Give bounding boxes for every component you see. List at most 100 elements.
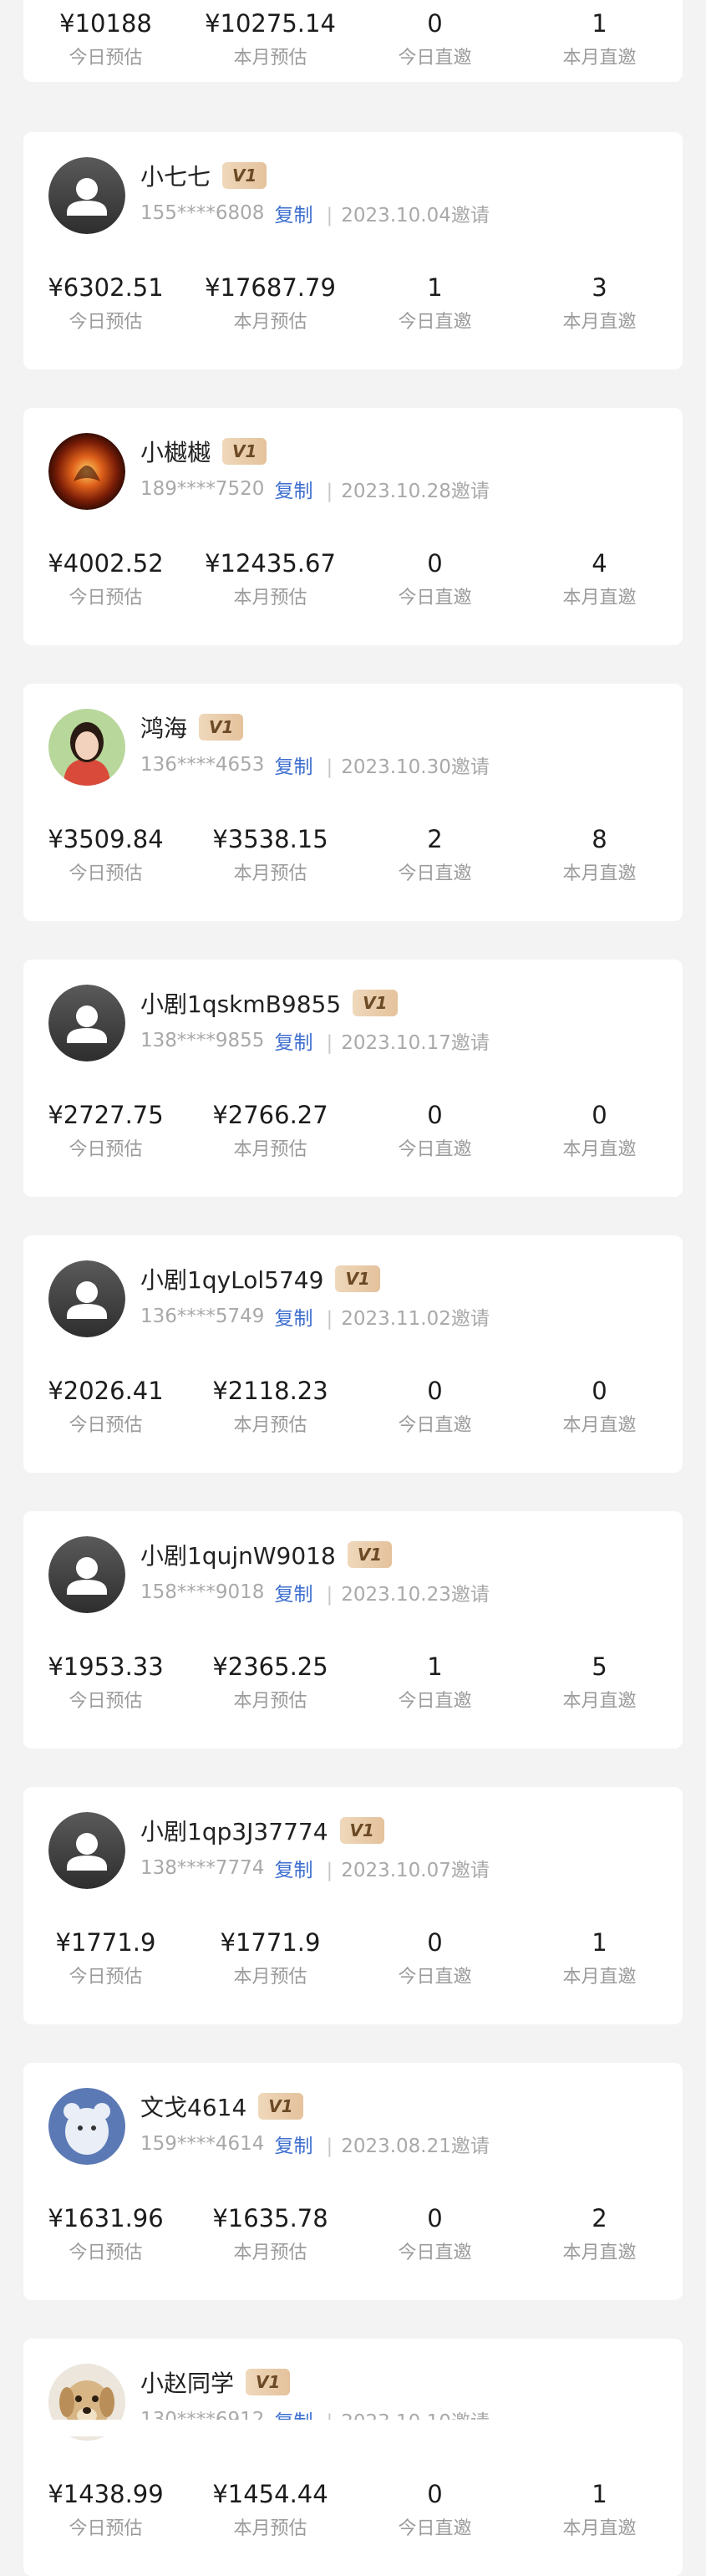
stat-label: 今日直邀 [398,48,472,69]
stat-label: 本月直邀 [562,588,637,608]
copy-phone-button[interactable]: 复制 [274,1302,312,1331]
stat-label: 本月预估 [233,312,307,333]
stat-month-invites: 8 本月直邀 [517,824,682,886]
stat-label: 今日预估 [69,2243,143,2263]
name-line: 小剧1qskmB9855 V1 [140,986,398,1020]
member-phone: 159****4614 [140,2133,265,2155]
member-name: 小七七 [140,163,211,191]
stat-label: 今日预估 [69,1139,143,1160]
name-line: 文戈4614 V1 [140,2090,303,2123]
stat-label: 本月直邀 [562,863,637,884]
member-card[interactable]: 鸿海 V1 136****4653 复制 2023.10.30邀请 ¥3509.… [23,684,683,921]
stat-value: 0 [427,1928,443,1957]
stat-value: 1 [427,273,443,302]
stat-value: 0 [592,1101,607,1129]
meta-line: 138****7774 复制 2023.10.07邀请 [140,1854,490,1882]
stat-value: 8 [592,825,607,853]
stat-month-invites: 3 本月直邀 [517,272,682,334]
copy-phone-button[interactable]: 复制 [274,1026,312,1055]
member-card[interactable]: 小剧1qujnW9018 V1 158****9018 复制 2023.10.2… [23,1511,683,1749]
stat-label: 今日直邀 [398,2243,472,2263]
level-badge: V1 [353,990,398,1016]
stat-today-invites: 1 今日直邀 [353,272,517,334]
copy-phone-button[interactable]: 复制 [274,475,312,503]
member-header: 小七七 V1 155****6808 复制 2023.10.04邀请 [48,157,666,234]
member-card-partial[interactable]: ¥10188 今日预估 ¥10275.14 本月预估 0 今日直邀 1 本月直邀 [23,0,683,82]
member-card[interactable]: 小剧1qyLol5749 V1 136****5749 复制 2023.11.0… [23,1235,683,1473]
stat-today-estimate: ¥1631.96 今日预估 [23,2203,188,2265]
member-card[interactable]: 文戈4614 V1 159****4614 复制 2023.08.21邀请 ¥1… [23,2063,683,2300]
stat-month-estimate: ¥2118.23 本月预估 [188,1376,353,1438]
member-card[interactable]: 小剧1qp3J37774 V1 138****7774 复制 2023.10.0… [23,1787,683,2024]
stat-label: 今日预估 [69,863,143,884]
stat-value: ¥12435.67 [205,549,336,578]
member-card[interactable]: 小樾樾 V1 189****7520 复制 2023.10.28邀请 ¥4002… [23,408,683,645]
default-avatar-icon [48,1812,125,1889]
stat-value: 1 [592,1928,607,1957]
member-card[interactable]: 小赵同学 V1 130****6912 复制 2023.10.10邀请 ¥143… [23,2339,683,2576]
fire-avatar [48,433,125,510]
name-line: 小剧1qp3J37774 V1 [140,1814,384,1847]
stat-label: 本月直邀 [562,1415,637,1436]
stat-label: 今日预估 [69,1691,143,1712]
stat-value: 0 [427,1377,443,1405]
level-badge: V1 [258,2093,303,2120]
stat-value: 2 [592,2204,607,2232]
member-header: 小剧1qp3J37774 V1 138****7774 复制 2023.10.0… [48,1812,666,1889]
stat-label: 本月直邀 [562,2243,637,2263]
stat-value: ¥2026.41 [48,1377,164,1405]
stat-value: ¥1438.99 [48,2480,164,2508]
stat-label: 本月预估 [233,863,307,884]
stat-month-invites: 4 本月直邀 [517,548,682,610]
copy-phone-button[interactable]: 复制 [274,2130,312,2158]
invite-date: 2023.10.07邀请 [326,1854,490,1882]
stat-month-invites: 5 本月直邀 [517,1652,682,1713]
stat-value: ¥10188 [59,9,152,38]
member-name: 文戈4614 [140,2094,247,2121]
copy-phone-button[interactable]: 复制 [274,199,312,227]
member-header: 鸿海 V1 136****4653 复制 2023.10.30邀请 [48,709,666,786]
stat-today-estimate: ¥1953.33 今日预估 [23,1652,188,1713]
default-avatar-icon [48,1536,125,1613]
stat-label: 本月直邀 [562,2518,637,2539]
stat-month-estimate: ¥1635.78 本月预估 [188,2203,353,2265]
copy-phone-button[interactable]: 复制 [274,1578,312,1606]
copy-phone-button[interactable]: 复制 [274,1854,312,1882]
invite-date: 2023.10.28邀请 [326,475,490,503]
stat-value: ¥2766.27 [212,1101,328,1129]
stats-row: ¥6302.51 今日预估 ¥17687.79 本月预估 1 今日直邀 3 本月… [23,272,683,334]
member-name: 小剧1qyLol5749 [140,1266,324,1294]
stat-label: 今日预估 [69,1415,143,1436]
stat-value: ¥3538.15 [212,825,328,853]
stat-month-invites: 1 本月直邀 [517,1927,682,1989]
stat-month-estimate: ¥2766.27 本月预估 [188,1100,353,1162]
stat-value: 5 [592,1652,607,1681]
stat-today-invites: 0 今日直邀 [353,8,517,70]
member-phone: 138****7774 [140,1857,265,1879]
level-badge: V1 [199,714,244,741]
member-name: 小剧1qujnW9018 [140,1542,336,1570]
stat-label: 本月预估 [233,2243,307,2263]
level-badge: V1 [222,438,267,465]
stat-value: ¥1635.78 [212,2204,328,2232]
stat-label: 本月预估 [233,2518,307,2539]
stat-label: 今日直邀 [398,1139,472,1160]
stat-value: ¥1454.44 [212,2480,328,2508]
copy-phone-button[interactable]: 复制 [274,751,312,779]
stat-month-invites: 0 本月直邀 [517,1100,682,1162]
stat-today-invites: 0 今日直邀 [353,2479,517,2541]
next-card-edge [23,2420,683,2436]
stat-label: 本月预估 [233,1691,307,1712]
stat-label: 本月直邀 [562,1691,637,1712]
stat-label: 本月预估 [233,1139,307,1160]
stat-value: 1 [427,1652,443,1681]
member-phone: 155****6808 [140,202,265,224]
stat-label: 今日直邀 [398,588,472,608]
stat-month-estimate: ¥12435.67 本月预估 [188,548,353,610]
member-card[interactable]: 小剧1qskmB9855 V1 138****9855 复制 2023.10.1… [23,960,683,1197]
member-card[interactable]: 小七七 V1 155****6808 复制 2023.10.04邀请 ¥6302… [23,132,683,369]
stat-value: ¥10275.14 [205,9,336,38]
stat-label: 今日预估 [69,1967,143,1988]
name-line: 小樾樾 V1 [140,435,267,468]
stats-row: ¥1631.96 今日预估 ¥1635.78 本月预估 0 今日直邀 2 本月直… [23,2203,683,2265]
